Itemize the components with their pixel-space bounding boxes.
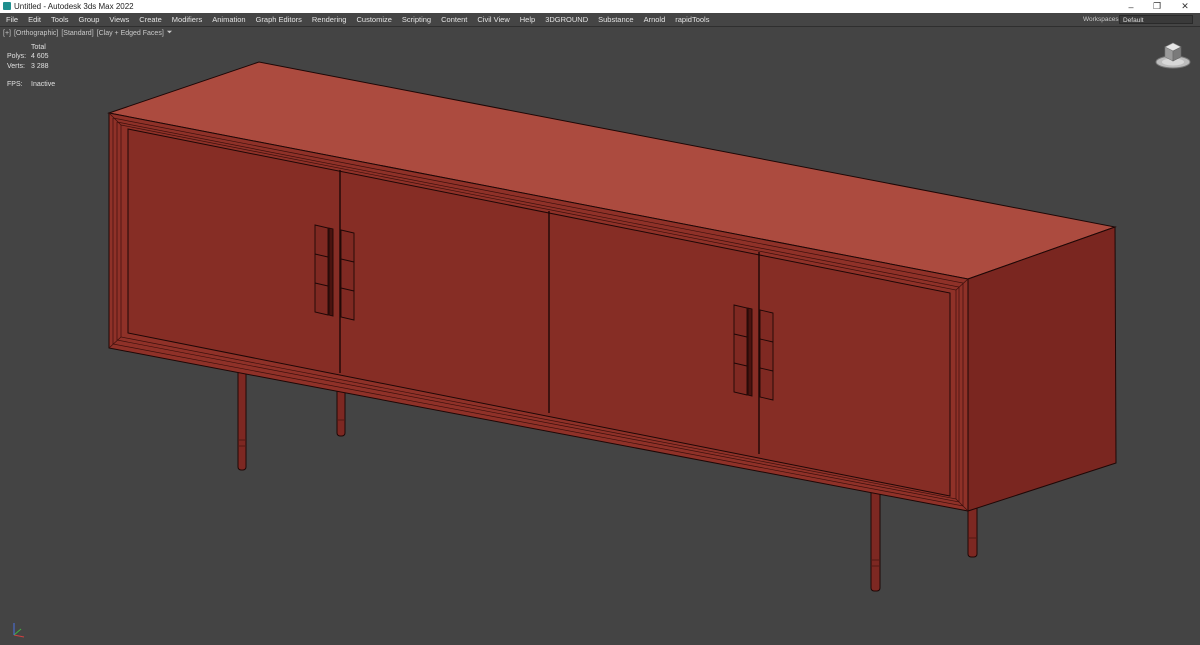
menu-item-file[interactable]: File <box>6 15 18 24</box>
menu-item-modifiers[interactable]: Modifiers <box>172 15 202 24</box>
y-axis <box>13 628 22 636</box>
viewport-label-3[interactable]: [Clay + Edged Faces] <box>97 30 164 37</box>
menu-item-arnold[interactable]: Arnold <box>644 15 666 24</box>
fps-value: Inactive <box>31 80 56 88</box>
handle-left-a <box>314 224 329 316</box>
menu-bar: File Edit Tools Group Views Create Modifiers An… <box>0 13 1200 27</box>
menu-item-civil-view[interactable]: Civil View <box>477 15 509 24</box>
menu-item-help[interactable]: Help <box>520 15 535 24</box>
viewport-labels[interactable]: [+] [Orthographic] [Standard] [Clay + Edged… <box>3 29 175 37</box>
axis-gizmo-icon <box>13 623 25 638</box>
menu-item-create[interactable]: Create <box>139 15 162 24</box>
viewport-label-1[interactable]: [Orthographic] <box>14 30 58 37</box>
menu-item-substance[interactable]: Substance <box>598 15 633 24</box>
menu-item-rendering[interactable]: Rendering <box>312 15 347 24</box>
funnel-icon[interactable]: ⏷ <box>167 29 173 37</box>
viewport-scene[interactable] <box>0 27 1200 645</box>
menu-item-content[interactable]: Content <box>441 15 467 24</box>
workspaces-label: Workspaces: <box>1083 16 1121 23</box>
handle-right-b <box>759 309 774 401</box>
fps-label: FPS: <box>7 80 23 88</box>
menu-item-edit[interactable]: Edit <box>28 15 41 24</box>
menu-item-animation[interactable]: Animation <box>212 15 245 24</box>
close-icon[interactable]: ✕ <box>1172 0 1198 13</box>
viewcube-icon[interactable] <box>1154 41 1192 71</box>
viewport-orthographic[interactable]: [+] [Orthographic] [Standard] [Clay + Edged… <box>0 27 1200 645</box>
menu-items: File Edit Tools Group Views Create Modifiers An… <box>6 13 719 26</box>
menu-item-rapidtools[interactable]: rapidTools <box>675 15 709 24</box>
polys-value: 4 605 <box>31 53 49 61</box>
menu-item-customize[interactable]: Customize <box>356 15 391 24</box>
stats-overlay: Total Polys: 4 605 Verts: 3 288 FPS: Inacti… <box>7 43 55 89</box>
menu-item-tools[interactable]: Tools <box>51 15 69 24</box>
menu-item-views[interactable]: Views <box>109 15 129 24</box>
x-axis <box>13 634 25 638</box>
title-bar: Untitled - Autodesk 3ds Max 2022 – ❐ ✕ <box>0 0 1200 13</box>
app-icon <box>3 2 11 10</box>
stats-header: Total <box>31 44 46 51</box>
restore-icon[interactable]: ❐ <box>1144 0 1170 13</box>
viewport-label-0[interactable]: [+] <box>3 30 11 37</box>
polys-label: Polys: <box>7 53 27 61</box>
workspace-select[interactable]: Default <box>1119 15 1193 24</box>
minimize-icon[interactable]: – <box>1118 0 1144 13</box>
handle-right-a <box>733 304 748 396</box>
menu-item-3dground[interactable]: 3DGROUND <box>545 15 588 24</box>
menu-item-scripting[interactable]: Scripting <box>402 15 431 24</box>
viewport-label-2[interactable]: [Standard] <box>61 30 93 37</box>
menu-item-graph-editors[interactable]: Graph Editors <box>256 15 302 24</box>
leg-front-right <box>870 489 881 592</box>
verts-value: 3 288 <box>31 62 49 70</box>
menu-item-group[interactable]: Group <box>79 15 100 24</box>
handle-left-b <box>340 229 355 321</box>
leg-front-left <box>237 369 247 471</box>
verts-label: Verts: <box>7 62 25 70</box>
window-title: Untitled - Autodesk 3ds Max 2022 <box>14 2 134 11</box>
